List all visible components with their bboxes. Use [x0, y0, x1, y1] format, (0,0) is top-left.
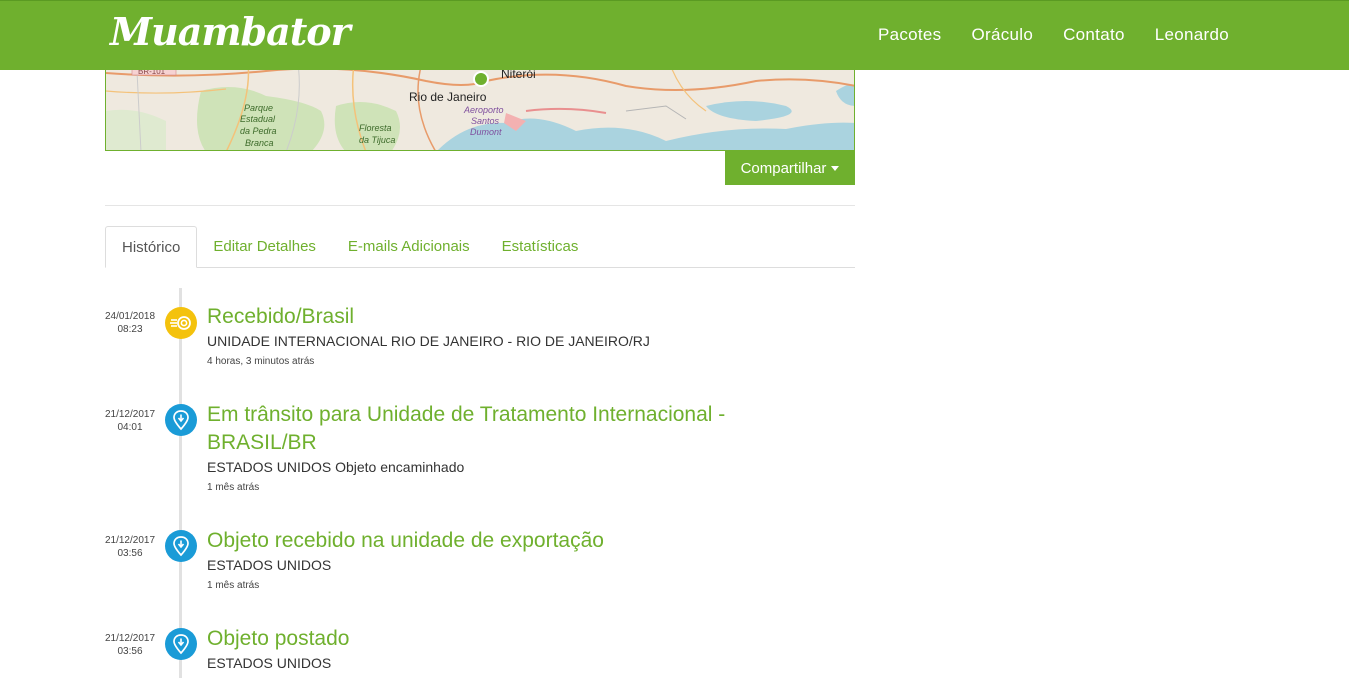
- map-label-forest-2: da Tijuca: [359, 135, 395, 145]
- tab-historico[interactable]: Histórico: [105, 226, 198, 268]
- tab-emails-adicionais[interactable]: E-mails Adicionais: [332, 226, 486, 267]
- event-date-time: 08:23: [117, 324, 143, 335]
- tab-estatisticas[interactable]: Estatísticas: [486, 226, 595, 267]
- map-label-airport-3: Dumont: [470, 127, 502, 137]
- main-nav: Pacotes Oráculo Contato Leonardo: [878, 25, 1229, 45]
- event-description: ESTADOS UNIDOS Objeto encaminhado: [207, 459, 465, 475]
- caret-down-icon: [831, 165, 840, 171]
- nav-user[interactable]: Leonardo: [1155, 25, 1229, 45]
- nav-oraculo[interactable]: Oráculo: [971, 25, 1033, 45]
- map-label-park-2: Estadual: [240, 114, 276, 124]
- event-date-time: 04:01: [117, 422, 143, 433]
- event-description: ESTADOS UNIDOS: [207, 557, 332, 573]
- event-date-day: 21/12/2017: [104, 535, 156, 546]
- event-date-day: 21/12/2017: [104, 409, 156, 420]
- event-time-ago: 1 mês atrás: [207, 580, 260, 591]
- map-marker[interactable]: [473, 71, 489, 87]
- event-date: 24/01/2018 08:23: [100, 310, 160, 336]
- event-date: 21/12/2017 04:01: [100, 408, 160, 434]
- event-title: Em trânsito para Unidade de Tratamento I…: [207, 403, 726, 454]
- event-date-day: 24/01/2018: [104, 311, 156, 322]
- event-date: 21/12/2017 03:56: [100, 534, 160, 560]
- location-pin-icon: [165, 628, 197, 660]
- detail-tabs: Histórico Editar Detalhes E-mails Adicio…: [105, 226, 855, 268]
- location-pin-icon: [165, 404, 197, 436]
- location-pin-icon: [165, 530, 197, 562]
- event-title: Objeto recebido na unidade de exportação: [207, 529, 604, 552]
- event-date: 21/12/2017 03:56: [100, 632, 160, 658]
- map-label-airport-1: Aeroporto: [463, 105, 504, 115]
- event-time-ago: 1 mês atrás: [207, 482, 260, 493]
- event-description: ESTADOS UNIDOS: [207, 655, 332, 671]
- nav-contato[interactable]: Contato: [1063, 25, 1125, 45]
- event-title: Objeto postado: [207, 627, 350, 650]
- received-icon: [165, 307, 197, 339]
- event-date-time: 03:56: [117, 646, 143, 657]
- logo[interactable]: Muambator: [110, 9, 351, 54]
- event-date-time: 03:56: [117, 548, 143, 559]
- map-label-airport-2: Santos: [471, 116, 500, 126]
- section-divider: [105, 205, 855, 206]
- nav-pacotes[interactable]: Pacotes: [878, 25, 942, 45]
- event-date-day: 21/12/2017: [104, 633, 156, 644]
- tab-editar-detalhes[interactable]: Editar Detalhes: [197, 226, 332, 267]
- share-button[interactable]: Compartilhar: [725, 151, 855, 185]
- map-label-park-4: Branca: [245, 138, 274, 148]
- top-navbar: Muambator Pacotes Oráculo Contato Leonar…: [0, 0, 1349, 70]
- share-label: Compartilhar: [740, 159, 827, 177]
- map-label-forest-1: Floresta: [359, 123, 392, 133]
- map-label-park-1: Parque: [244, 103, 273, 113]
- timeline-line: [179, 288, 182, 678]
- event-title: Recebido/Brasil: [207, 305, 355, 328]
- event-description: UNIDADE INTERNACIONAL RIO DE JANEIRO - R…: [207, 333, 650, 349]
- map-label-rio: Rio de Janeiro: [409, 90, 487, 104]
- map-label-park-3: da Pedra: [240, 126, 277, 136]
- event-time-ago: 4 horas, 3 minutos atrás: [207, 356, 315, 367]
